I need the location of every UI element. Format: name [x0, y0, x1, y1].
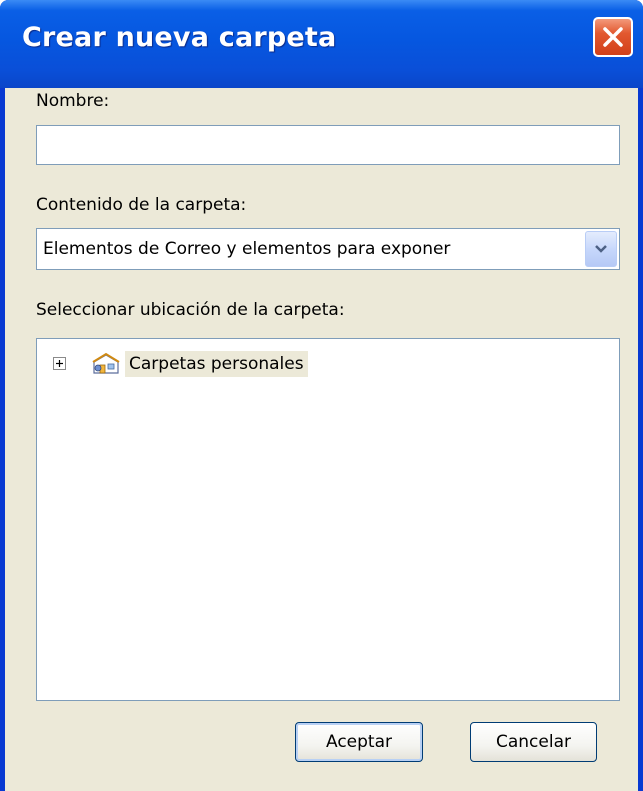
folder-tree[interactable]: Carpetas personales [36, 338, 620, 701]
dialog-body: Nombre: Contenido de la carpeta: Element… [5, 88, 638, 791]
expand-button[interactable] [53, 357, 66, 370]
ok-button[interactable]: Aceptar [295, 722, 423, 762]
cancel-button[interactable]: Cancelar [470, 722, 597, 762]
name-input[interactable] [36, 125, 620, 165]
plus-icon [56, 360, 63, 367]
name-label: Nombre: [36, 91, 110, 111]
close-icon [603, 27, 623, 47]
content-select-value: Elementos de Correo y elementos para exp… [43, 239, 451, 259]
content-label: Contenido de la carpeta: [36, 195, 247, 215]
chevron-down-icon [595, 245, 607, 253]
dialog-title: Crear nueva carpeta [22, 22, 337, 53]
location-label: Seleccionar ubicación de la carpeta: [36, 300, 345, 320]
dropdown-button[interactable] [585, 231, 617, 267]
title-bar[interactable]: Crear nueva carpeta [0, 0, 643, 88]
create-folder-dialog: Crear nueva carpeta Nombre: Contenido de… [0, 0, 643, 791]
personal-folders-icon [92, 352, 120, 374]
tree-item-label: Carpetas personales [125, 351, 308, 377]
close-button[interactable] [593, 17, 633, 57]
content-select[interactable]: Elementos de Correo y elementos para exp… [36, 228, 620, 270]
